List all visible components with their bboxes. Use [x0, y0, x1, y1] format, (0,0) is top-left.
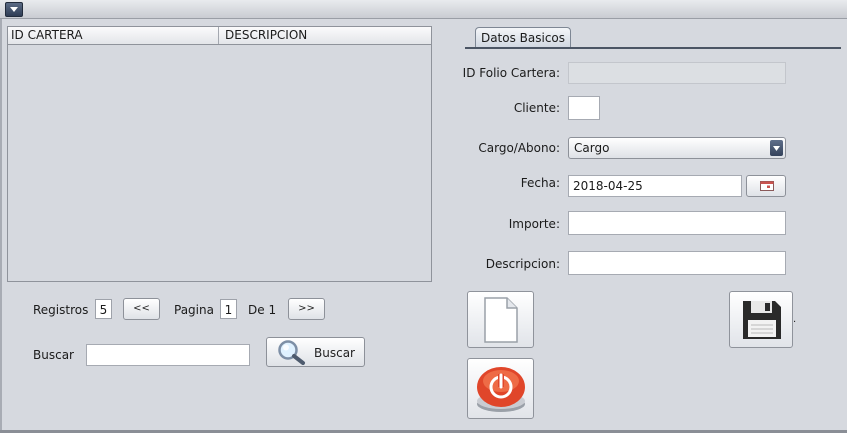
- fecha-label: Fecha:: [520, 176, 560, 190]
- magnifier-icon: [278, 340, 305, 365]
- search-button[interactable]: Buscar: [266, 337, 365, 367]
- trailing-dot: .: [793, 314, 797, 325]
- tab-datos-basicos[interactable]: Datos Basicos: [475, 27, 571, 48]
- search-label: Buscar: [33, 348, 74, 362]
- save-button[interactable]: [729, 291, 793, 348]
- table-header: ID CARTERA DESCRIPCION: [8, 27, 431, 45]
- registros-label: Registros: [33, 303, 89, 317]
- calendar-icon: [760, 181, 774, 191]
- search-input[interactable]: [86, 344, 250, 366]
- cliente-label: Cliente:: [513, 101, 560, 115]
- id-folio-field: [568, 62, 786, 84]
- cargo-abono-label: Cargo/Abono:: [478, 141, 560, 155]
- tab-underline: [465, 47, 841, 49]
- cliente-field[interactable]: [568, 96, 600, 120]
- pagina-field[interactable]: 1: [220, 299, 237, 319]
- column-header-id-cartera[interactable]: ID CARTERA: [8, 27, 219, 44]
- window-menu-button[interactable]: [5, 2, 23, 17]
- descripcion-label: Descripcion:: [485, 257, 560, 271]
- frame-border-left: [0, 19, 2, 433]
- cargo-abono-value: Cargo: [574, 141, 610, 155]
- next-page-button[interactable]: >>: [288, 298, 325, 320]
- calendar-button[interactable]: [746, 175, 786, 197]
- floppy-disk-icon: [743, 301, 781, 339]
- total-pages-label: De 1: [248, 303, 277, 317]
- results-table[interactable]: ID CARTERA DESCRIPCION: [7, 26, 432, 282]
- registros-field[interactable]: 5: [95, 299, 112, 319]
- fecha-field[interactable]: 2018-04-25: [568, 175, 742, 197]
- descripcion-field[interactable]: [568, 251, 786, 275]
- power-icon: [477, 367, 525, 412]
- cargo-abono-select[interactable]: Cargo: [568, 137, 786, 159]
- exit-button[interactable]: [467, 358, 534, 419]
- new-document-icon: [484, 297, 518, 343]
- id-folio-label: ID Folio Cartera:: [462, 66, 560, 80]
- importe-field[interactable]: [568, 211, 786, 235]
- search-button-label: Buscar: [314, 346, 355, 360]
- column-header-descripcion[interactable]: DESCRIPCION: [219, 27, 431, 44]
- chevron-down-icon: [10, 7, 18, 12]
- new-button[interactable]: [467, 291, 534, 348]
- prev-page-button[interactable]: <<: [123, 298, 160, 320]
- pagina-label: Pagina: [174, 303, 214, 317]
- chevron-down-icon[interactable]: [770, 140, 783, 156]
- title-bar: [0, 0, 847, 19]
- importe-label: Importe:: [508, 217, 560, 231]
